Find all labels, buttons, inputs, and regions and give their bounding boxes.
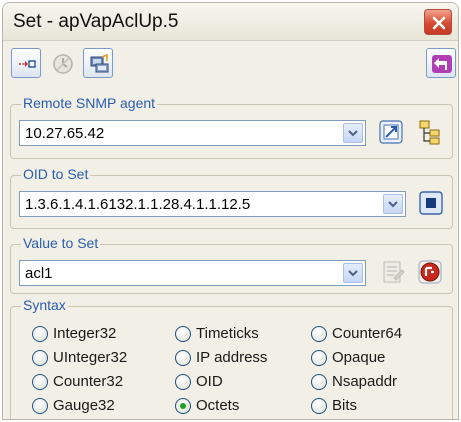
- radio-label: Opaque: [332, 349, 386, 366]
- radio-label: Integer32: [53, 325, 117, 342]
- radio-button[interactable]: [175, 374, 191, 390]
- square-stop-icon: [419, 191, 443, 215]
- schedule-button[interactable]: [47, 48, 77, 78]
- tree-icon: [419, 120, 440, 145]
- value-combobox[interactable]: acl1: [19, 260, 366, 286]
- radio-label: Counter64: [332, 325, 403, 342]
- close-icon: [432, 16, 446, 30]
- chevron-down-icon: [348, 130, 358, 137]
- radio-button[interactable]: [175, 326, 191, 342]
- radio-label: UInteger32: [53, 349, 128, 366]
- radio-button[interactable]: [311, 326, 327, 342]
- remote-agent-label: Remote SNMP agent: [21, 95, 158, 111]
- radio-label: IP address: [196, 349, 268, 366]
- close-button[interactable]: [424, 9, 452, 35]
- chevron-down-icon: [388, 201, 398, 208]
- radio-button[interactable]: [311, 374, 327, 390]
- title-bar[interactable]: Set - apVapAclUp.5: [3, 3, 458, 41]
- radio-button-checked[interactable]: [175, 398, 191, 414]
- radio-button[interactable]: [32, 374, 48, 390]
- mib-tree-button[interactable]: [416, 118, 446, 148]
- set-button[interactable]: [11, 48, 41, 78]
- radio-label: Bits: [332, 397, 358, 414]
- set-dialog-window: Set - apVapAclUp.5 Remote SNMP agent 10.…: [2, 2, 459, 420]
- value-dropdown-button[interactable]: [343, 263, 363, 283]
- radio-label: Octets: [196, 397, 240, 414]
- syntax-label: Syntax: [21, 297, 68, 313]
- value-value: acl1: [25, 265, 53, 282]
- value-special-button[interactable]: [416, 258, 446, 288]
- radio-button[interactable]: [311, 398, 327, 414]
- agent-dropdown-button[interactable]: [343, 123, 363, 143]
- value-label: Value to Set: [21, 235, 101, 251]
- radio-label: Gauge32: [53, 397, 115, 414]
- oid-label: OID to Set: [21, 166, 91, 182]
- radio-label: Nsapaddr: [332, 373, 398, 390]
- toolbar: [3, 43, 458, 89]
- computer-icon: [90, 53, 109, 73]
- radio-label: Counter32: [53, 373, 124, 390]
- computer-button[interactable]: [83, 48, 113, 78]
- oid-value: 1.3.6.1.4.1.6132.1.1.28.4.1.1.12.5: [25, 196, 251, 213]
- oid-dropdown-button[interactable]: [383, 194, 403, 214]
- agent-combobox[interactable]: 10.27.65.42: [19, 120, 366, 146]
- return-button[interactable]: [426, 48, 456, 78]
- window-title: Set - apVapAclUp.5: [13, 11, 179, 32]
- radio-button[interactable]: [175, 350, 191, 366]
- oid-group: OID to Set 1.3.6.1.4.1.6132.1.1.28.4.1.1…: [10, 166, 453, 229]
- value-editor-button[interactable]: [379, 258, 409, 288]
- radio-button[interactable]: [311, 350, 327, 366]
- radio-button[interactable]: [32, 350, 48, 366]
- radio-button[interactable]: [32, 326, 48, 342]
- syntax-group: Syntax Integer32 Timeticks Counter64 UIn…: [10, 297, 453, 419]
- radio-button[interactable]: [32, 398, 48, 414]
- red-badge-icon: [418, 260, 442, 284]
- disabled-editor-icon: [383, 261, 405, 283]
- set-arrow-icon: [19, 60, 36, 68]
- oid-combobox[interactable]: 1.3.6.1.4.1.6132.1.1.28.4.1.1.12.5: [19, 191, 406, 217]
- value-group: Value to Set acl1: [10, 235, 453, 294]
- agent-properties-button[interactable]: [377, 118, 407, 148]
- oid-select-button[interactable]: [417, 189, 447, 219]
- radio-label: Timeticks: [196, 325, 259, 342]
- disabled-clock-icon: [53, 54, 73, 74]
- purple-arrow-icon: [432, 55, 452, 73]
- chevron-down-icon: [348, 270, 358, 277]
- radio-label: OID: [196, 373, 223, 390]
- agent-value: 10.27.65.42: [25, 125, 105, 142]
- remote-agent-group: Remote SNMP agent 10.27.65.42: [10, 95, 453, 159]
- agent-properties-icon: [379, 120, 403, 144]
